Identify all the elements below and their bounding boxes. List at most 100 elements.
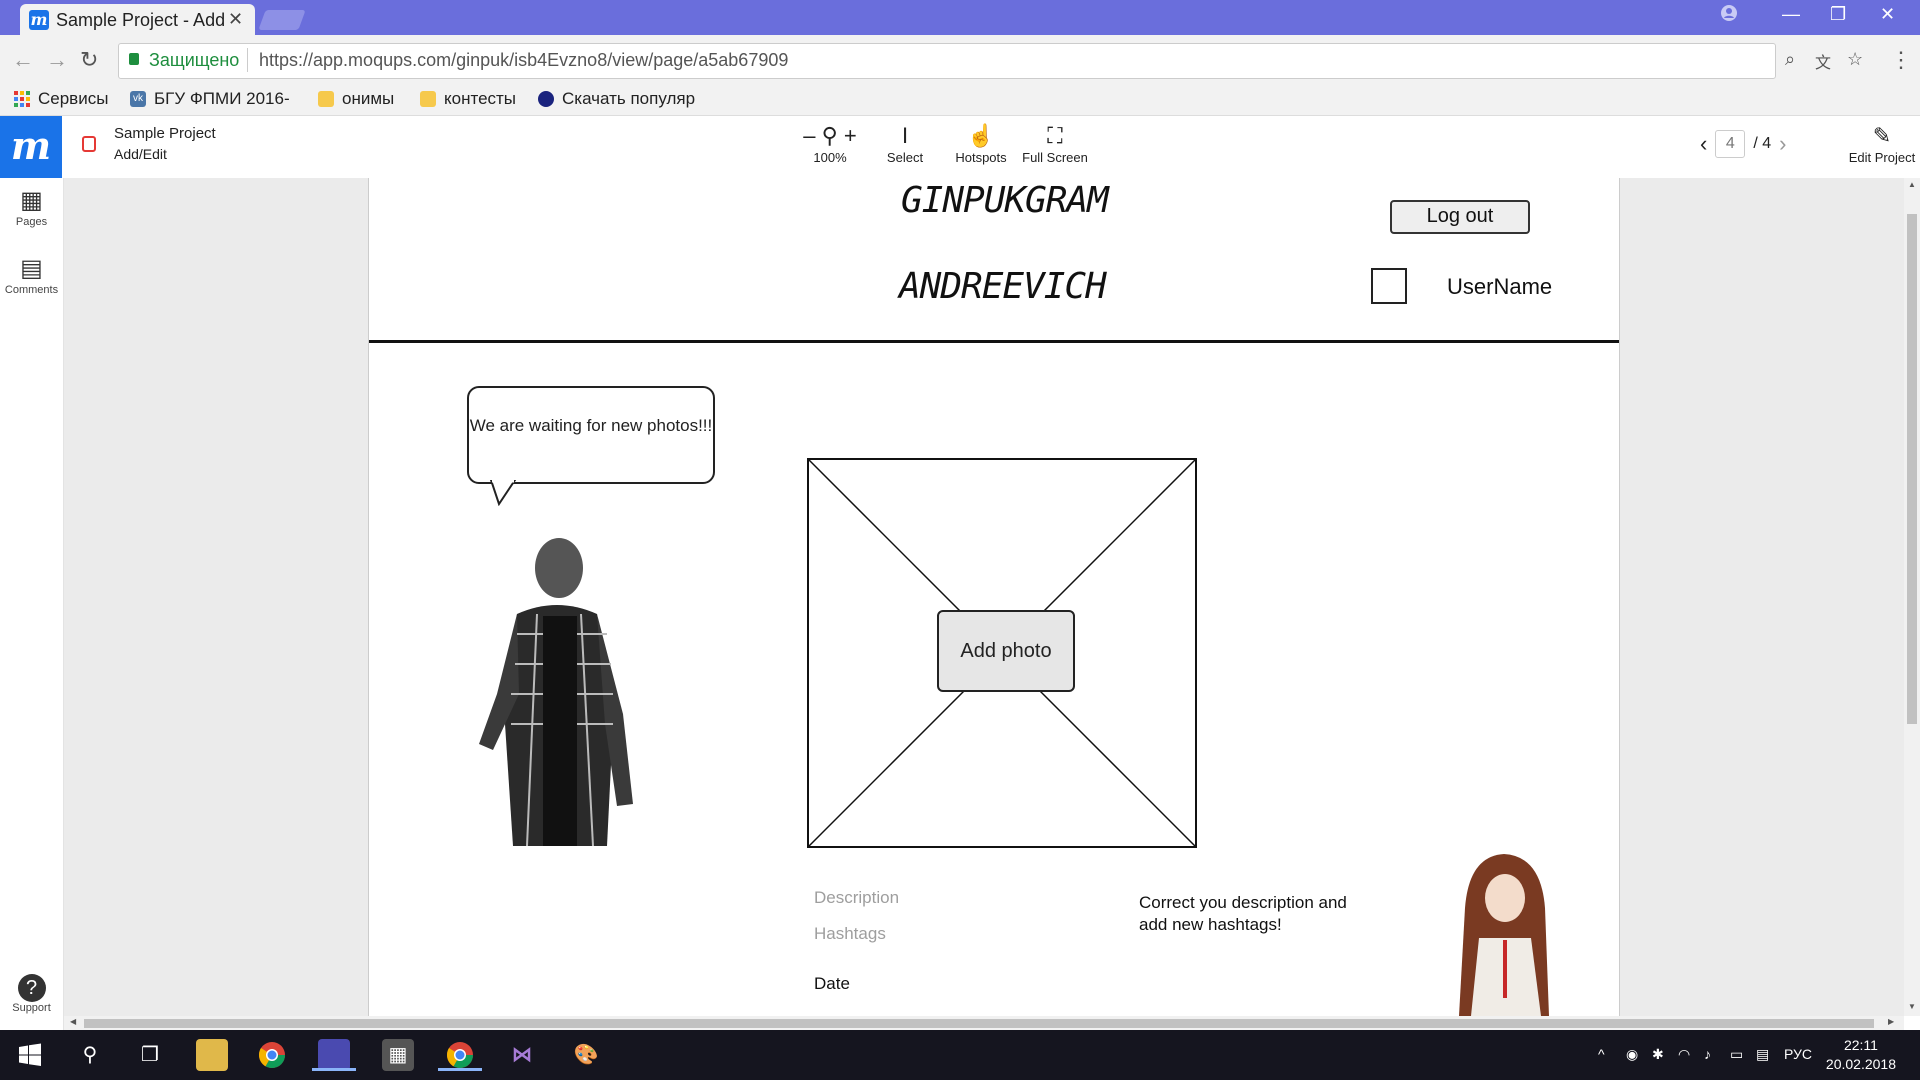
scroll-right-icon[interactable]: ▶ (1888, 1017, 1894, 1026)
tool-label: Full Screen (1022, 150, 1088, 165)
hand-pointer-icon: ☝ (967, 123, 995, 148)
url-text: https://app.moqups.com/ginpuk/isb4Evzno8… (259, 50, 789, 70)
user-avatar-checkbox[interactable] (1371, 268, 1407, 304)
reload-icon[interactable]: ↻ (80, 47, 98, 73)
active-indicator (312, 1068, 356, 1071)
description-field[interactable]: Description (814, 888, 899, 908)
tool-label: Hotspots (955, 150, 1007, 165)
tray-expand-icon[interactable]: ^ (1598, 1046, 1605, 1062)
prev-page-icon[interactable]: ‹ (1700, 131, 1707, 157)
windows-start-icon[interactable] (14, 1039, 46, 1071)
folder-icon (420, 91, 436, 107)
profile-icon[interactable] (1720, 4, 1738, 27)
bookmarks-bar: Сервисы vk БГУ ФПМИ 2016- онимы контесты… (0, 85, 1920, 116)
bluetooth-icon[interactable]: ✱ (1652, 1046, 1664, 1063)
tab-title: Sample Project - Add (56, 10, 224, 30)
bookmark-services[interactable]: Сервисы (14, 89, 108, 109)
vk-icon: vk (130, 91, 146, 107)
page-navigator: ‹ 4 / 4 › (1700, 130, 1786, 158)
globe-icon (538, 91, 554, 107)
person-photo (479, 538, 633, 846)
save-disk-icon[interactable] (312, 1039, 356, 1071)
vertical-scroll-thumb[interactable] (1907, 214, 1917, 724)
next-page-icon[interactable]: › (1779, 131, 1786, 157)
restore-icon[interactable]: ❐ (1830, 4, 1846, 25)
lock-icon[interactable] (82, 136, 96, 152)
canvas-area: GINPUKGRAM ANDREEVICH Log out UserName W… (64, 178, 1904, 1016)
clock-time: 22:11 (1843, 1037, 1878, 1053)
zoom-icon[interactable]: ⌕ (1785, 49, 1795, 70)
task-view-icon[interactable]: ❐ (134, 1039, 166, 1071)
url-separator (247, 48, 248, 72)
bookmark-contests[interactable]: контесты (420, 89, 516, 109)
visual-studio-icon[interactable]: ⋈ (506, 1039, 538, 1071)
chrome-icon[interactable] (256, 1039, 288, 1071)
anime-character-image (1459, 854, 1549, 1016)
browser-title-bar: m Sample Project - Add ✕ — ❐ ✕ (0, 0, 1920, 35)
edit-project-button[interactable]: ✎ Edit Project (1844, 122, 1920, 165)
fullscreen-icon: ⛶ (1047, 123, 1063, 148)
pencil-icon: ✎ (1872, 123, 1892, 148)
mockup-page: GINPUKGRAM ANDREEVICH Log out UserName W… (368, 178, 1620, 1016)
horizontal-scroll-thumb[interactable] (84, 1019, 1874, 1028)
moqups-toolbar: m Sample Project Add/Edit – ⚲ + 100% I S… (0, 116, 1920, 179)
bubble-text: We are waiting for new photos!!! (469, 416, 713, 435)
sidebar-item-support[interactable]: ? Support (0, 974, 63, 1014)
username-label: UserName (1447, 274, 1553, 299)
system-clock[interactable]: 22:11 20.02.2018 (1826, 1036, 1896, 1074)
hotspots-tool[interactable]: ☝ Hotspots (952, 122, 1010, 165)
moqups-logo[interactable]: m (0, 116, 62, 178)
scroll-down-icon[interactable]: ▼ (1908, 1002, 1916, 1011)
notifications-icon[interactable]: ▤ (1756, 1046, 1769, 1063)
sidebar-item-comments[interactable]: ▤ Comments (0, 254, 63, 296)
page-total: / 4 (1753, 135, 1772, 152)
minimize-icon[interactable]: — (1782, 4, 1800, 25)
help-icon: ? (17, 974, 46, 1002)
chrome-active-icon[interactable] (438, 1039, 482, 1071)
bookmark-bsu[interactable]: vk БГУ ФПМИ 2016- (130, 89, 290, 109)
language-indicator[interactable]: РУС (1784, 1046, 1812, 1062)
speech-bubble: We are waiting for new photos!!! (467, 386, 715, 484)
scroll-left-icon[interactable]: ◀ (70, 1017, 76, 1026)
logout-button[interactable]: Log out (1390, 200, 1530, 234)
new-tab-button[interactable] (258, 10, 306, 30)
forward-arrow-icon[interactable]: → (46, 47, 68, 73)
sidebar-label: Support (12, 1002, 51, 1014)
comments-icon: ▤ (20, 255, 43, 282)
wifi-icon[interactable]: ◠ (1678, 1046, 1690, 1063)
steam-icon[interactable]: ◉ (1626, 1046, 1638, 1063)
url-input[interactable]: Защищено https://app.moqups.com/ginpuk/i… (118, 43, 1863, 79)
back-arrow-icon[interactable]: ← (12, 47, 34, 73)
browser-tab[interactable]: m Sample Project - Add ✕ (20, 4, 255, 35)
brand-title: GINPUKGRAM (901, 180, 1109, 221)
menu-kebab-icon[interactable]: ⋮ (1890, 47, 1912, 73)
sidebar-label: Pages (15, 216, 48, 228)
calculator-icon[interactable]: ▦ (382, 1039, 414, 1071)
file-explorer-icon[interactable] (196, 1039, 228, 1071)
battery-icon[interactable]: ▭ (1730, 1046, 1743, 1063)
horizontal-scrollbar[interactable]: ◀ ▶ (64, 1016, 1904, 1030)
fullscreen-tool[interactable]: ⛶ Full Screen (1022, 122, 1088, 165)
zoom-level: 100% (813, 150, 847, 165)
scroll-up-icon[interactable]: ▲ (1908, 180, 1916, 189)
zoom-control[interactable]: – ⚲ + 100% (800, 122, 860, 165)
translate-icon[interactable]: 文 (1815, 49, 1831, 73)
sidebar-label: Comments (4, 284, 59, 296)
search-icon[interactable]: ⚲ (74, 1039, 106, 1071)
window-close-icon[interactable]: ✕ (1880, 4, 1895, 25)
close-icon[interactable]: ✕ (228, 9, 243, 30)
bookmark-download[interactable]: Скачать популяр (538, 89, 695, 109)
select-tool[interactable]: I Select (880, 122, 930, 165)
hashtags-field[interactable]: Hashtags (814, 924, 886, 944)
zoom-magnifier-icon: – ⚲ + (803, 123, 857, 148)
windows-taskbar: ⚲ ❐ ▦ ⋈ 🎨 ^ ◉ ✱ ◠ ♪ ▭ ▤ РУС 22:11 20.02.… (0, 1030, 1920, 1080)
date-label: Date (814, 974, 850, 993)
add-photo-button[interactable]: Add photo (937, 610, 1075, 692)
star-icon[interactable]: ☆ (1847, 49, 1863, 70)
paint-icon[interactable]: 🎨 (570, 1039, 602, 1071)
volume-icon[interactable]: ♪ (1704, 1046, 1711, 1062)
sidebar-item-pages[interactable]: ▦ Pages (0, 186, 63, 228)
page-number-input[interactable]: 4 (1715, 130, 1746, 158)
vertical-scrollbar[interactable]: ▲ ▼ (1904, 178, 1920, 1016)
bookmark-onims[interactable]: онимы (318, 89, 394, 109)
